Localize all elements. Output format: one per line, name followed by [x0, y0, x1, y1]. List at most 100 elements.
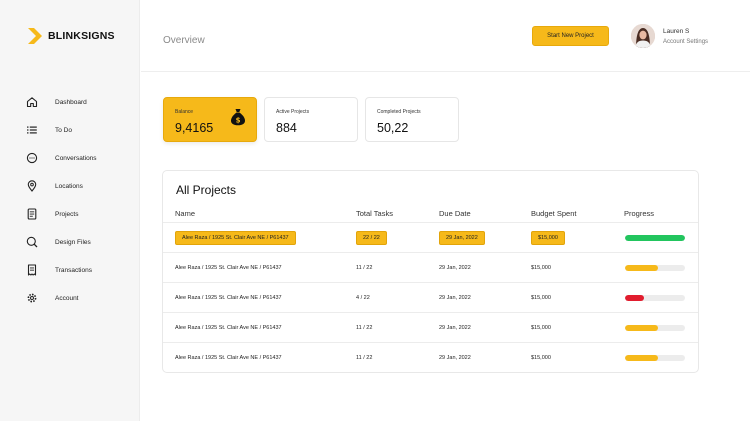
cell-budget-spent: $15,000 — [531, 283, 551, 313]
cell-due-date: 29 Jan, 2022 — [439, 313, 471, 343]
cell-name-text: Alee Raza / 1925 St. Clair Ave NE / P614… — [175, 355, 282, 361]
cell-budget-spent: $15,000 — [531, 343, 551, 373]
cell-budget-spent-text: $15,000 — [531, 231, 565, 245]
cell-budget-spent: $15,000 — [531, 253, 551, 283]
cell-budget-spent: $15,000 — [531, 223, 565, 253]
sidebar-item-label: Locations — [55, 182, 83, 190]
cell-total-tasks-text: 4 / 22 — [356, 295, 370, 301]
sidebar-item-transactions[interactable]: Transactions — [26, 256, 97, 284]
progress-bar-fill — [625, 265, 658, 271]
list-icon — [26, 124, 38, 136]
brand-logo[interactable]: BLINKSIGNS — [28, 28, 115, 44]
table-row[interactable]: Alee Raza / 1925 St. Clair Ave NE / P614… — [163, 223, 698, 253]
file-search-icon — [26, 236, 38, 248]
progress-bar — [625, 325, 685, 331]
completed-projects-label: Completed Projects — [377, 109, 421, 115]
user-name[interactable]: Lauren S — [663, 28, 689, 35]
cell-name: Alee Raza / 1925 St. Clair Ave NE / P614… — [175, 253, 282, 283]
sidebar: BLINKSIGNS Dashboard To Do Conversations… — [0, 0, 140, 421]
cell-budget-spent-text: $15,000 — [531, 325, 551, 331]
table-row[interactable]: Alee Raza / 1925 St. Clair Ave NE / P614… — [163, 283, 698, 313]
cell-name: Alee Raza / 1925 St. Clair Ave NE / P614… — [175, 313, 282, 343]
sidebar-item-dashboard[interactable]: Dashboard — [26, 88, 97, 116]
cell-total-tasks: 11 / 22 — [356, 253, 372, 283]
sidebar-item-label: Dashboard — [55, 98, 87, 106]
sidebar-item-label: To Do — [55, 126, 72, 134]
cell-budget-spent-text: $15,000 — [531, 355, 551, 361]
cell-name-text: Alee Raza / 1925 St. Clair Ave NE / P614… — [175, 265, 282, 271]
sidebar-nav: Dashboard To Do Conversations Locations … — [26, 88, 97, 312]
table-row[interactable]: Alee Raza / 1925 St. Clair Ave NE / P614… — [163, 313, 698, 343]
column-header-name[interactable]: Name — [175, 209, 195, 218]
page-title: Overview — [163, 35, 205, 46]
cell-total-tasks-text: 11 / 22 — [356, 265, 373, 271]
balance-card[interactable]: Balance 9,4165 $ — [163, 97, 257, 142]
cell-due-date-text: 29 Jan, 2022 — [439, 355, 471, 361]
cell-total-tasks: 11 / 22 — [356, 343, 372, 373]
progress-bar-fill — [625, 325, 658, 331]
cell-name-text: Alee Raza / 1925 St. Clair Ave NE / P614… — [175, 325, 282, 331]
cell-budget-spent-text: $15,000 — [531, 265, 551, 271]
sidebar-item-account[interactable]: Account — [26, 284, 97, 312]
sidebar-item-label: Conversations — [55, 154, 97, 162]
cell-due-date: 29 Jan, 2022 — [439, 283, 471, 313]
cell-name: Alee Raza / 1925 St. Clair Ave NE / P614… — [175, 283, 282, 313]
active-projects-value: 884 — [276, 121, 297, 135]
column-header-total-tasks[interactable]: Total Tasks — [356, 209, 393, 218]
svg-text:$: $ — [236, 117, 241, 125]
money-bag-icon: $ — [231, 109, 245, 126]
gear-icon — [26, 292, 38, 304]
progress-bar — [625, 265, 685, 271]
progress-bar-fill — [625, 235, 685, 241]
cell-total-tasks-text: 11 / 22 — [356, 355, 373, 361]
cell-due-date-text: 29 Jan, 2022 — [439, 265, 471, 271]
cell-budget-spent-text: $15,000 — [531, 295, 551, 301]
top-header: Overview Start New Project Lauren S Acco… — [141, 0, 750, 72]
completed-projects-card[interactable]: Completed Projects 50,22 — [365, 97, 459, 142]
column-header-progress[interactable]: Progress — [624, 209, 654, 218]
cell-name-text: Alee Raza / 1925 St. Clair Ave NE / P614… — [175, 231, 296, 245]
cell-total-tasks: 4 / 22 — [356, 283, 370, 313]
progress-bar-fill — [625, 355, 658, 361]
sidebar-item-projects[interactable]: Projects — [26, 200, 97, 228]
start-new-project-button[interactable]: Start New Project — [532, 26, 609, 46]
active-projects-label: Active Projects — [276, 109, 310, 115]
progress-bar — [625, 355, 685, 361]
account-settings-link[interactable]: Account Settings — [663, 39, 708, 45]
cell-due-date-text: 29 Jan, 2022 — [439, 295, 471, 301]
sidebar-item-locations[interactable]: Locations — [26, 172, 97, 200]
table-row[interactable]: Alee Raza / 1925 St. Clair Ave NE / P614… — [163, 253, 698, 283]
active-projects-card[interactable]: Active Projects 884 — [264, 97, 358, 142]
completed-projects-value: 50,22 — [377, 121, 409, 135]
cell-name-text: Alee Raza / 1925 St. Clair Ave NE / P614… — [175, 295, 282, 301]
cell-due-date: 29 Jan, 2022 — [439, 223, 485, 253]
projects-title: All Projects — [176, 183, 237, 197]
sidebar-item-label: Design Files — [55, 238, 91, 246]
cell-due-date: 29 Jan, 2022 — [439, 343, 471, 373]
sidebar-item-conversations[interactable]: Conversations — [26, 144, 97, 172]
cell-total-tasks: 11 / 22 — [356, 313, 372, 343]
home-icon — [26, 96, 38, 108]
sidebar-item-label: Account — [55, 294, 79, 302]
cell-budget-spent: $15,000 — [531, 313, 551, 343]
avatar[interactable] — [631, 24, 655, 48]
sidebar-item-label: Projects — [55, 210, 79, 218]
cell-name: Alee Raza / 1925 St. Clair Ave NE / P614… — [175, 223, 296, 253]
receipt-icon — [26, 264, 38, 276]
table-row[interactable]: Alee Raza / 1925 St. Clair Ave NE / P614… — [163, 343, 698, 373]
progress-bar — [625, 295, 685, 301]
projects-table: All Projects Name Total Tasks Due Date B… — [162, 170, 699, 373]
cell-name: Alee Raza / 1925 St. Clair Ave NE / P614… — [175, 343, 282, 373]
column-header-due-date[interactable]: Due Date — [439, 209, 471, 218]
document-icon — [26, 208, 38, 220]
column-header-budget-spent[interactable]: Budget Spent — [531, 209, 576, 218]
progress-bar-fill — [625, 295, 645, 301]
balance-value: 9,4165 — [175, 121, 214, 135]
sidebar-item-design-files[interactable]: Design Files — [26, 228, 97, 256]
sidebar-item-to-do[interactable]: To Do — [26, 116, 97, 144]
brand-name: BLINKSIGNS — [48, 30, 115, 42]
cell-total-tasks-text: 22 / 22 — [356, 231, 387, 245]
cell-total-tasks-text: 11 / 22 — [356, 325, 373, 331]
logo-chevron-icon — [28, 28, 42, 44]
cell-due-date-text: 29 Jan, 2022 — [439, 231, 485, 245]
